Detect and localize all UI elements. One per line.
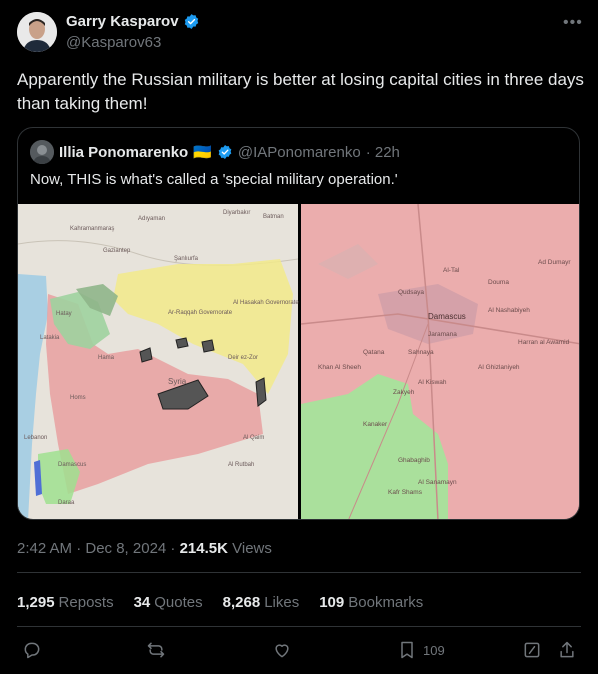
map-label: Latakia	[40, 335, 60, 341]
quoted-handle[interactable]: @IAPonomarenko	[238, 144, 361, 161]
share-button[interactable]	[557, 640, 577, 660]
map-label: Al Qaim	[243, 435, 264, 441]
grok-button[interactable]	[522, 640, 542, 660]
map-label: Al Sanamayn	[418, 479, 457, 486]
map-label: Hama	[98, 355, 115, 361]
map-label: Sahnaya	[408, 349, 434, 356]
views-count: 214.5K	[179, 540, 228, 557]
quoted-time[interactable]: · 22h	[366, 144, 400, 161]
tweet-text: Apparently the Russian military is bette…	[17, 70, 584, 113]
repost-icon	[147, 642, 165, 658]
map-label: Ad Dumayr	[538, 259, 571, 266]
bookmark-count: 109	[423, 642, 445, 658]
tweet-timestamp[interactable]: 2:42 AM · Dec 8, 2024 · 214.5K Views	[17, 540, 272, 557]
map-label: Qatana	[363, 349, 385, 356]
map-label: Kafr Shams	[388, 489, 423, 496]
map-label: Jaramana	[428, 331, 457, 338]
map-label: Al-Tal	[443, 267, 460, 274]
map-label: Al Kiswah	[418, 379, 447, 386]
map-label: Deir ez-Zor	[228, 355, 258, 361]
divider	[17, 572, 581, 573]
map-label: Damascus	[58, 462, 86, 468]
map-label: Damascus	[428, 312, 466, 321]
views-label: Views	[232, 540, 272, 557]
repost-button[interactable]	[146, 640, 166, 660]
map-label: Al Hasakah Governorate	[233, 300, 299, 306]
verified-badge-icon[interactable]	[183, 13, 200, 30]
like-button[interactable]	[272, 640, 292, 660]
map-label: Al Ghizlaniyeh	[478, 364, 520, 371]
map-label: Adıyaman	[138, 216, 165, 222]
map-label: Gaziantep	[103, 248, 131, 254]
map-label: Hatay	[56, 311, 72, 317]
grok-icon	[524, 642, 540, 658]
like-icon	[275, 644, 289, 658]
engagement-stats: 1,295 Reposts 34 Quotes 8,268 Likes 109 Book…	[17, 594, 423, 611]
reply-icon	[24, 642, 40, 659]
bookmark-button[interactable]: 109	[397, 640, 445, 660]
syria-overview-map	[18, 204, 299, 519]
map-label: Ghabaghib	[398, 457, 430, 464]
map-label: Zakyeh	[393, 389, 415, 396]
ukraine-flag-icon: 🇺🇦	[193, 144, 212, 161]
quoted-tweet[interactable]: Illia Ponomarenko 🇺🇦 @IAPonomarenko · 22…	[17, 127, 580, 520]
map-label: Homs	[70, 395, 86, 401]
map-label: Diyarbakır	[223, 210, 250, 216]
bookmark-icon	[401, 641, 413, 659]
likes-stat[interactable]: 8,268 Likes	[223, 594, 300, 611]
map-label: Lebanon	[24, 435, 47, 441]
map-label: Ar-Raqqah Governorate	[168, 310, 233, 316]
quotes-stat[interactable]: 34 Quotes	[134, 594, 203, 611]
more-icon[interactable]: •••	[563, 14, 583, 32]
damascus-area-map	[300, 204, 579, 519]
action-bar: 109	[0, 640, 598, 664]
map-label: Batman	[263, 214, 284, 220]
verified-badge-icon[interactable]	[217, 144, 233, 160]
quoted-name[interactable]: Illia Ponomarenko	[59, 144, 188, 161]
map-label: Kahramanmaraş	[70, 226, 114, 232]
quoted-media-maps[interactable]: Diyarbakır Batman Kahramanmaraş Adıyaman…	[18, 204, 580, 520]
avatar[interactable]	[17, 12, 57, 52]
map-label: Khan Al Sheeh	[318, 364, 361, 371]
author-name[interactable]: Garry Kasparov	[66, 13, 179, 30]
author-handle[interactable]: @Kasparov63	[66, 34, 161, 51]
map-label: Daraa	[58, 500, 75, 506]
quoted-avatar[interactable]	[30, 140, 54, 164]
map-label: Şanlıurfa	[174, 256, 199, 262]
map-label: Harran al Awamid	[518, 339, 570, 346]
map-label: Syria	[168, 377, 187, 386]
map-label: Al Rutbah	[228, 462, 254, 468]
map-label: Al Nashabiyeh	[488, 307, 530, 314]
map-label: Kanaker	[363, 421, 388, 428]
reposts-stat[interactable]: 1,295 Reposts	[17, 594, 114, 611]
bookmarks-stat[interactable]: 109 Bookmarks	[319, 594, 423, 611]
map-label: Douma	[488, 279, 509, 286]
map-label: Qudsaya	[398, 289, 424, 296]
share-icon	[560, 641, 574, 658]
divider	[17, 626, 581, 627]
quoted-text: Now, THIS is what's called a 'special mi…	[30, 171, 398, 188]
reply-button[interactable]	[22, 640, 42, 660]
